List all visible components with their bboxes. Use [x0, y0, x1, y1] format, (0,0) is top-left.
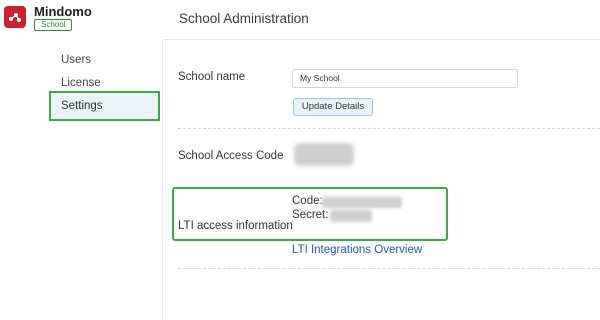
lti-integrations-overview-link[interactable]: LTI Integrations Overview: [292, 244, 422, 256]
page-title: School Administration: [179, 11, 309, 26]
brand-name: Mindomo: [34, 4, 92, 19]
school-name-label: School name: [178, 71, 246, 83]
lti-access-information-label: LTI access information: [178, 220, 293, 232]
lti-secret-label: Secret:: [292, 209, 329, 221]
blurred-lti-secret: [330, 210, 372, 222]
divider: [178, 268, 600, 269]
blurred-access-code: [294, 143, 354, 166]
divider: [178, 128, 600, 129]
sidebar-item-settings[interactable]: Settings: [49, 91, 160, 121]
update-details-button[interactable]: Update Details: [293, 98, 373, 116]
blurred-lti-code: [322, 197, 402, 208]
mindomo-logo-icon[interactable]: [4, 6, 26, 28]
school-access-code-label: School Access Code: [178, 150, 284, 162]
page-header: School Administration: [163, 0, 600, 40]
lti-code-label: Code:: [292, 195, 323, 207]
brand-badge: School: [34, 19, 73, 31]
sidebar: Users License Settings: [0, 40, 163, 320]
school-name-input[interactable]: My School: [292, 69, 518, 88]
